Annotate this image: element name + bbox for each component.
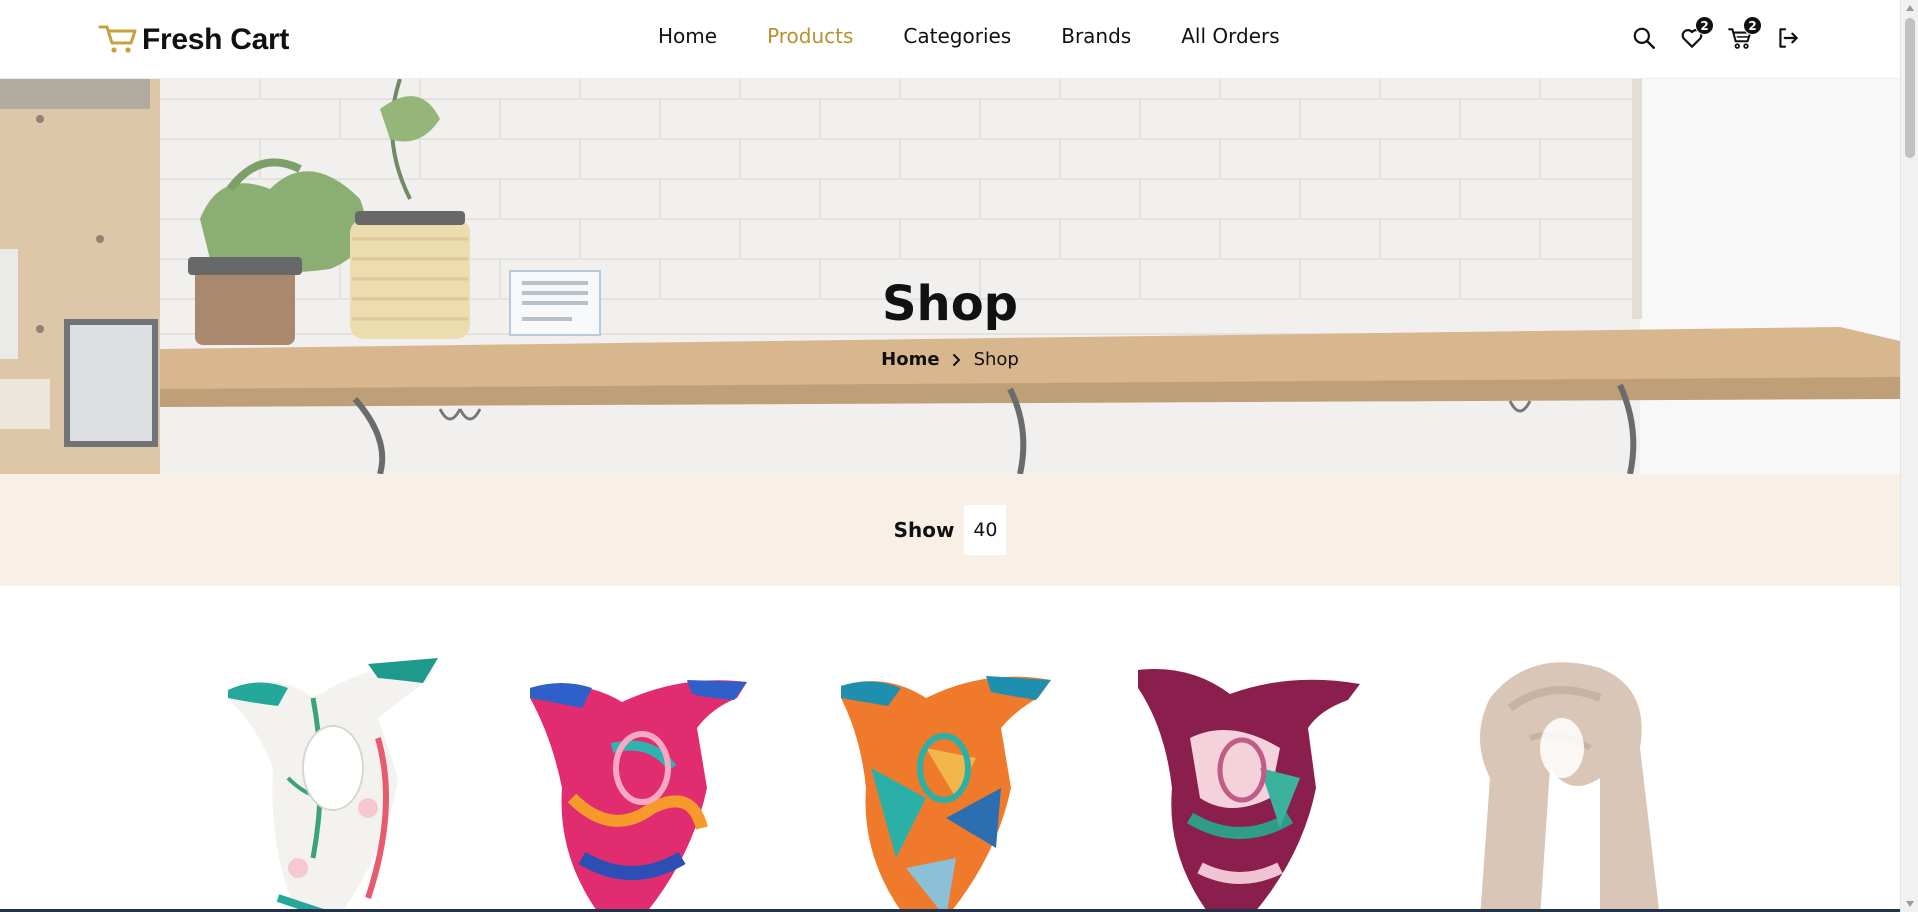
- page: Fresh Cart Home Products Categories Bran…: [0, 0, 1918, 912]
- product-card-image[interactable]: [522, 658, 752, 912]
- wishlist-count-badge: 2: [1695, 16, 1714, 35]
- scroll-down-arrow-icon[interactable]: [1905, 899, 1915, 909]
- product-card-image[interactable]: [826, 658, 1056, 912]
- cart-count-badge: 2: [1743, 16, 1762, 35]
- nav-categories[interactable]: Categories: [903, 24, 1011, 48]
- nav-products[interactable]: Products: [767, 24, 853, 48]
- nav-actions: 2 2: [1630, 16, 1802, 54]
- main-nav: Home Products Categories Brands All Orde…: [658, 24, 1280, 48]
- breadcrumb-home-link[interactable]: Home: [881, 349, 939, 370]
- brand-logo[interactable]: Fresh Cart: [98, 20, 289, 60]
- wishlist-button[interactable]: 2: [1678, 16, 1714, 54]
- breadcrumb-current: Shop: [973, 349, 1019, 370]
- product-card-image[interactable]: [1450, 658, 1680, 912]
- brand-name: Fresh Cart: [142, 23, 290, 56]
- show-count-select[interactable]: 40: [964, 505, 1007, 555]
- nav-home[interactable]: Home: [658, 24, 717, 48]
- cart-button[interactable]: 2: [1726, 16, 1762, 54]
- logout-button[interactable]: [1774, 22, 1802, 54]
- scarf-burgundy-image: [1138, 669, 1360, 912]
- product-grid: [0, 586, 1900, 912]
- scarf-beige-image: [1480, 662, 1660, 912]
- scroll-up-arrow-icon[interactable]: [1905, 3, 1915, 13]
- breadcrumb: Home Shop: [0, 349, 1900, 370]
- scarf-floral-white-image: [228, 658, 438, 912]
- page-scrollbar[interactable]: [1900, 0, 1918, 912]
- nav-all-orders[interactable]: All Orders: [1181, 24, 1279, 48]
- search-button[interactable]: [1630, 22, 1658, 54]
- product-card-image[interactable]: [218, 658, 448, 912]
- search-icon: [1633, 27, 1655, 49]
- product-card-image[interactable]: [1130, 658, 1360, 912]
- show-count-bar: Show 40: [0, 474, 1900, 586]
- scarf-pink-blue-image: [530, 680, 747, 912]
- chevron-right-icon: [950, 353, 964, 367]
- show-label: Show: [893, 518, 955, 542]
- scroll-thumb[interactable]: [1905, 18, 1915, 158]
- scarf-orange-teal-image: [841, 676, 1051, 912]
- cart-logo-icon: [98, 21, 138, 59]
- navbar: Fresh Cart Home Products Categories Bran…: [0, 0, 1900, 79]
- hero-banner: Shop Home Shop: [0, 79, 1900, 474]
- nav-brands[interactable]: Brands: [1061, 24, 1131, 48]
- logout-icon: [1779, 28, 1798, 48]
- page-title: Shop: [881, 276, 1019, 332]
